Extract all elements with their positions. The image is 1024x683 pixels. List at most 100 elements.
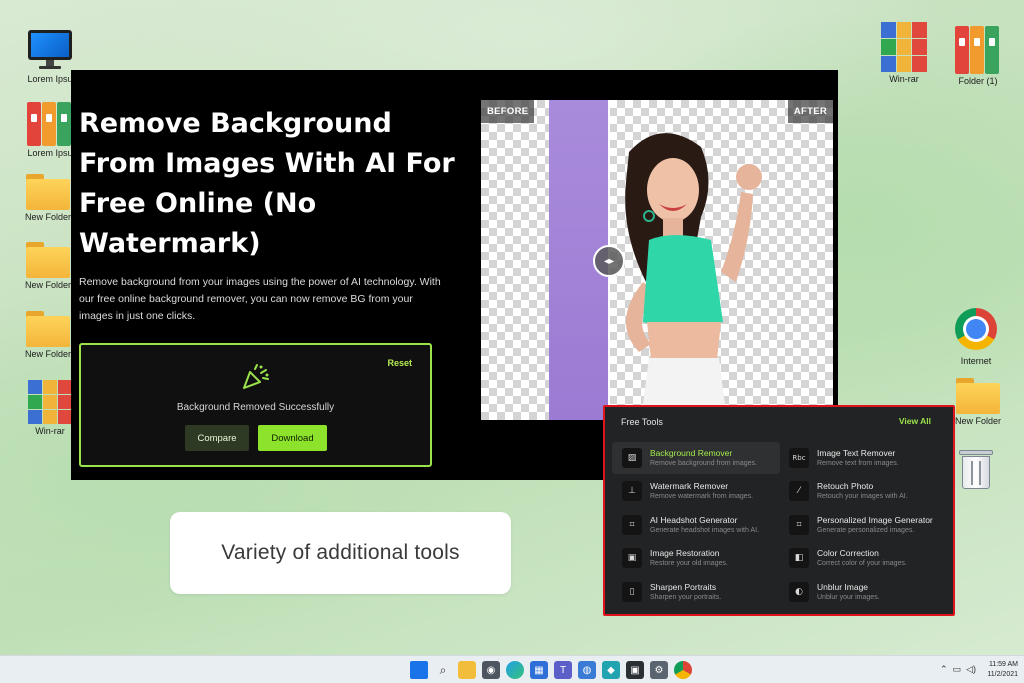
edge-icon[interactable]	[506, 661, 524, 679]
folder-icon	[26, 174, 70, 210]
before-label: BEFORE	[481, 100, 535, 123]
teams-icon[interactable]: T	[554, 661, 572, 679]
chevron-up-icon[interactable]: ⌃	[940, 664, 948, 675]
taskbar: ⌕ ◉ ▦ T ◍ ◆ ▣ ⚙ ⌃ ▭ ◁) 11:59 AM 11/2/202…	[0, 655, 1024, 683]
desktop-icon-folder-1[interactable]: Folder (1)	[945, 24, 1011, 86]
desktop-icon-label: Lorem Ipsu	[27, 148, 73, 158]
windows-start-icon[interactable]	[410, 661, 428, 679]
folder-icon	[26, 242, 70, 278]
desktop-icon-label: New Folder	[954, 416, 1001, 426]
portrait-frame-icon: ▯	[622, 582, 642, 602]
tool-background-remover[interactable]: ▨ Background Remover Remove background f…	[612, 442, 780, 474]
tool-name: Unblur Image	[817, 582, 869, 592]
file-explorer-icon[interactable]	[458, 661, 476, 679]
stamp-icon: ⊥	[622, 481, 642, 501]
clock-time: 11:59 AM	[988, 661, 1018, 668]
tools-heading: Free Tools	[621, 417, 663, 427]
desktop-icon-winrar[interactable]: Win-rar	[871, 22, 937, 84]
camera-icon[interactable]: ◉	[482, 661, 500, 679]
image-icon: ▣	[622, 548, 642, 568]
tool-unblur-image[interactable]: ◐ Unblur Image Unblur your images.	[779, 576, 947, 608]
binders-icon	[955, 24, 1001, 74]
caption-card: Variety of additional tools	[170, 512, 511, 594]
system-tray: ⌃ ▭ ◁)	[940, 664, 976, 675]
portrait-scan-icon: ⌗	[789, 515, 809, 535]
tool-ai-headshot-generator[interactable]: ⌗ AI Headshot Generator Generate headsho…	[612, 509, 780, 541]
desktop-icon-internet[interactable]: Internet	[943, 308, 1009, 366]
download-button[interactable]: Download	[258, 425, 327, 451]
after-label: AFTER	[787, 100, 833, 123]
tool-name: Sharpen Portraits	[650, 582, 717, 592]
half-circle-icon: ◐	[789, 582, 809, 602]
clock[interactable]: 11:59 AM 11/2/2021	[987, 660, 1018, 680]
stripes-icon: ▨	[622, 448, 642, 468]
tool-image-text-remover[interactable]: Rbc Image Text Remover Remove text from …	[779, 442, 947, 474]
winrar-icon	[28, 380, 72, 424]
woman-photo	[625, 133, 762, 420]
reset-link[interactable]: Reset	[387, 358, 412, 368]
party-popper-icon	[243, 364, 269, 389]
taskbar-apps: ⌕ ◉ ▦ T ◍ ◆ ▣ ⚙	[410, 661, 692, 679]
compare-button[interactable]: Compare	[185, 425, 249, 451]
hero-title: Remove Background From Images With AI Fo…	[79, 108, 455, 259]
tool-name: Background Remover	[650, 448, 733, 458]
volume-icon[interactable]: ◁)	[966, 664, 976, 675]
desktop-icon-label: New Folder	[24, 212, 71, 222]
tool-image-restoration[interactable]: ▣ Image Restoration Restore your old ima…	[612, 542, 780, 574]
magic-wand-icon: ⁄	[789, 481, 809, 501]
tool-sharpen-portraits[interactable]: ▯ Sharpen Portraits Sharpen your portrai…	[612, 576, 780, 608]
desktop-icon-label: Win-rar	[889, 74, 919, 84]
app-icon[interactable]: ▣	[626, 661, 644, 679]
folder-icon	[26, 311, 70, 347]
desktop-icon-label: Win-rar	[35, 426, 65, 436]
face-scan-icon: ⌗	[622, 515, 642, 535]
tool-name: Personalized Image Generator	[817, 515, 933, 525]
desktop-icon-label: Internet	[960, 356, 992, 366]
desktop-icon-label: New Folder	[24, 349, 71, 359]
tool-retouch-photo[interactable]: ⁄ Retouch Photo Retouch your images with…	[779, 475, 947, 507]
tool-name: Image Text Remover	[817, 448, 896, 458]
tool-watermark-remover[interactable]: ⊥ Watermark Remover Remove watermark fro…	[612, 475, 780, 507]
search-icon[interactable]: ⌕	[434, 661, 452, 679]
view-all-link[interactable]: View All	[899, 416, 931, 426]
binders-icon	[27, 100, 73, 146]
tool-description: Retouch your images with AI.	[817, 493, 908, 500]
desktop-icon-label: Lorem Ipsu	[27, 74, 73, 84]
tool-color-correction[interactable]: ◧ Color Correction Correct color of your…	[779, 542, 947, 574]
desktop-icon-label: Folder (1)	[958, 76, 998, 86]
clock-date: 11/2/2021	[987, 671, 1018, 678]
compare-slider-handle[interactable]: ◂▸	[593, 245, 625, 277]
folder-icon	[956, 378, 1000, 414]
recycle-bin-icon	[959, 448, 993, 490]
tool-description: Remove watermark from images.	[650, 493, 754, 500]
color-swatch-icon: ◧	[789, 548, 809, 568]
computer-icon	[28, 28, 72, 72]
hero-description: Remove background from your images using…	[79, 276, 441, 322]
tool-name: Image Restoration	[650, 548, 720, 558]
store-icon[interactable]: ▦	[530, 661, 548, 679]
text-abc-icon: Rbc	[789, 448, 809, 468]
result-box: Reset Background Removed Successfully Co…	[79, 343, 432, 467]
tool-description: Generate personalized images.	[817, 527, 915, 534]
tool-description: Remove text from images.	[817, 460, 899, 467]
winrar-icon	[881, 22, 927, 72]
people-icon[interactable]: ◍	[578, 661, 596, 679]
tool-name: AI Headshot Generator	[650, 515, 738, 525]
success-message: Background Removed Successfully	[176, 402, 335, 413]
free-tools-panel: Free Tools View All ▨ Background Remover…	[603, 405, 955, 616]
before-after-preview[interactable]: ◂▸ BEFORE AFTER	[481, 100, 833, 420]
tool-name: Retouch Photo	[817, 481, 874, 491]
tool-description: Sharpen your portraits.	[650, 594, 722, 601]
settings-icon[interactable]: ⚙	[650, 661, 668, 679]
tool-personalized-image-generator[interactable]: ⌗ Personalized Image Generator Generate …	[779, 509, 947, 541]
tool-description: Generate headshot images with AI.	[650, 527, 759, 534]
tool-description: Remove background from images.	[650, 460, 757, 467]
tool-name: Watermark Remover	[650, 481, 729, 491]
tool-name: Color Correction	[817, 548, 879, 558]
network-icon[interactable]: ▭	[953, 664, 962, 675]
tool-description: Unblur your images.	[817, 594, 880, 601]
chrome-icon[interactable]	[674, 661, 692, 679]
app-icon[interactable]: ◆	[602, 661, 620, 679]
tool-description: Restore your old images.	[650, 560, 728, 567]
chrome-icon	[955, 308, 997, 350]
